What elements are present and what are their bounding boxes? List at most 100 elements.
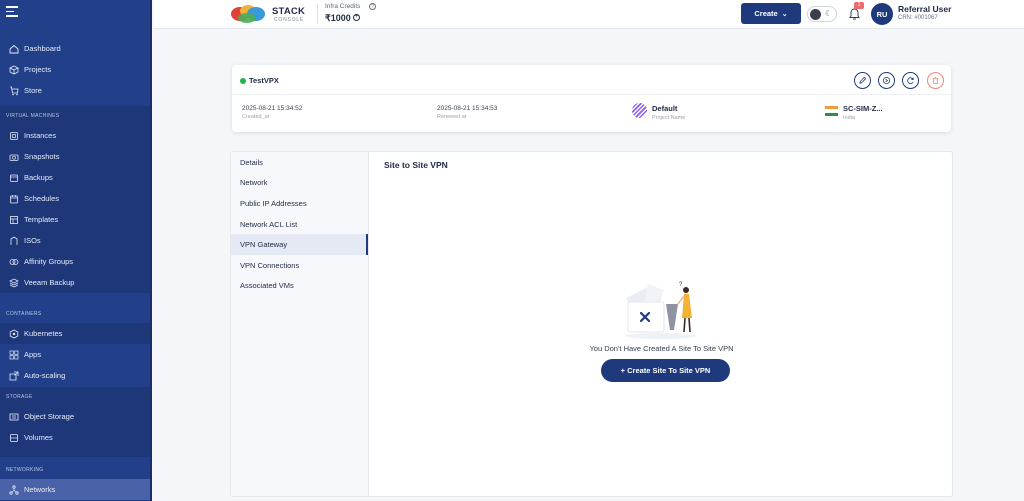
sidebar-item-label: Object Storage [24, 412, 75, 421]
sidebar-item-kubernetes[interactable]: Kubernetes [0, 323, 150, 344]
top-bar: STACK CONSOLE Infra Credits ? ₹1000 + Cr… [154, 0, 1024, 29]
region: SC-SIM-Z... India [843, 104, 883, 121]
affinity-icon [8, 256, 19, 267]
sidebar-item-label: Affinity Groups [24, 257, 74, 266]
sidebar-item-label: Templates [24, 215, 59, 224]
trash-icon [932, 77, 939, 85]
sidebar-item-dashboard[interactable]: Dashboard [0, 38, 150, 59]
sidebar-item-isos[interactable]: ISOs [0, 230, 150, 251]
veeam-icon [8, 277, 19, 288]
sidebar-item-snapshots[interactable]: Snapshots [0, 146, 150, 167]
menu-toggle-icon[interactable] [6, 6, 18, 17]
sidebar-section-title: VIRTUAL MACHINES [6, 112, 60, 119]
project-label: Project Name [652, 115, 686, 121]
sidebar-item-label: Apps [24, 350, 42, 359]
sidebar-item-label: Store [24, 86, 42, 95]
credits-label: Infra Credits [325, 3, 361, 10]
sidebar-item-affinity-groups[interactable]: Affinity Groups [0, 251, 150, 272]
credits-value: ₹1000 [325, 13, 351, 23]
theme-toggle[interactable]: ☾ [807, 6, 837, 22]
delete-button[interactable] [927, 72, 944, 89]
sidebar-item-instances[interactable]: Instances [0, 125, 150, 146]
sidebar-item-networks[interactable]: Networks [0, 479, 150, 500]
empty-state-message: You Don't Have Created A Site To Site VP… [589, 344, 734, 353]
project-icon [632, 103, 647, 118]
console-button[interactable] [878, 72, 895, 89]
sidebar-item-label: Networks [24, 485, 56, 494]
instance-summary-card: TestVPX 2025-08-21 15:34:52 Created_at 2… [232, 65, 951, 132]
pencil-icon [859, 76, 867, 84]
moon-icon: ☾ [825, 9, 833, 18]
tab-network-acl-list[interactable]: Network ACL List [231, 214, 368, 235]
sidebar-item-schedules[interactable]: Schedules [0, 188, 150, 209]
sidebar-item-veeam-backup[interactable]: Veeam Backup [0, 272, 150, 293]
console-icon [882, 76, 891, 85]
sidebar-item-templates[interactable]: Templates [0, 209, 150, 230]
divider [317, 4, 318, 24]
bell-icon[interactable] [848, 7, 861, 21]
volume-icon [8, 432, 19, 443]
renewed-at-value: 2025-08-21 15:34:53 [437, 105, 498, 112]
brand-subtitle: CONSOLE [274, 17, 305, 23]
sidebar-section-title: NETWORKING [6, 466, 44, 473]
chevron-down-icon: ⌄ [781, 10, 788, 18]
create-button[interactable]: Create ⌄ [741, 3, 801, 24]
sidebar-section-containers: CONTAINERS Kubernetes Apps Auto-scaling [0, 304, 150, 386]
sidebar-section-networking: NETWORKING Networks [0, 460, 150, 500]
renewed-at-label: Renewed at [437, 114, 467, 120]
svg-text:?: ? [679, 282, 683, 288]
instance-name: TestVPX [240, 76, 279, 85]
store-icon [8, 85, 19, 96]
tab-details[interactable]: Details [231, 152, 368, 173]
sidebar-item-label: Veeam Backup [24, 278, 75, 287]
kubernetes-icon [8, 328, 19, 339]
sidebar-top-items: Dashboard Projects Store [0, 38, 150, 101]
edit-button[interactable] [854, 72, 871, 89]
created-at-label: Created_at [242, 114, 270, 120]
created-at-value: 2025-08-21 15:34:52 [242, 105, 303, 112]
add-credits-icon[interactable]: + [353, 14, 360, 21]
sidebar-item-auto-scaling[interactable]: Auto-scaling [0, 365, 150, 386]
avatar[interactable]: RU [871, 3, 893, 25]
sidebar-item-label: Auto-scaling [24, 371, 66, 380]
sidebar-item-label: Volumes [24, 433, 53, 442]
create-button-label: Create [754, 9, 778, 18]
sidebar-item-label: ISOs [24, 236, 41, 245]
user-name[interactable]: Referral User [898, 4, 951, 14]
brand-name: STACK [272, 6, 306, 17]
sidebar-item-projects[interactable]: Projects [0, 59, 150, 80]
create-site-to-site-vpn-button[interactable]: + Create Site To Site VPN [601, 359, 730, 382]
apps-icon [8, 349, 19, 360]
tab-vpn-connections[interactable]: VPN Connections [231, 255, 368, 276]
network-icon [8, 484, 19, 495]
project-value: Default [652, 104, 678, 113]
region-label: India [843, 115, 855, 121]
info-icon[interactable]: ? [369, 3, 376, 10]
tab-associated-vms[interactable]: Associated VMs [231, 276, 368, 297]
sidebar: Dashboard Projects Store VIRTUAL MACHINE… [0, 0, 152, 501]
schedule-icon [8, 193, 19, 204]
template-icon [8, 214, 19, 225]
sidebar-item-store[interactable]: Store [0, 80, 150, 101]
sidebar-section-storage: STORAGE Object Storage Volumes [0, 387, 150, 457]
user-crn: CRN: #001067 [898, 15, 938, 21]
tab-public-ip-addresses[interactable]: Public IP Addresses [231, 193, 368, 214]
notification-badge: 1 [854, 2, 864, 9]
sidebar-section-virtual-machines: VIRTUAL MACHINES Instances Snapshots Bac… [0, 106, 150, 293]
sidebar-item-label: Instances [24, 131, 57, 140]
sidebar-section-title: STORAGE [6, 393, 33, 400]
details-tabs: Details Network Public IP Addresses Netw… [231, 152, 369, 496]
panel-title: Site to Site VPN [384, 160, 448, 170]
created-at: 2025-08-21 15:34:52 Created_at [242, 105, 302, 120]
sidebar-item-volumes[interactable]: Volumes [0, 427, 150, 448]
renewed-at: 2025-08-21 15:34:53 Renewed at [437, 105, 497, 120]
sidebar-item-backups[interactable]: Backups [0, 167, 150, 188]
instance-name-text: TestVPX [249, 76, 279, 85]
sidebar-item-object-storage[interactable]: Object Storage [0, 406, 150, 427]
sidebar-item-apps[interactable]: Apps [0, 344, 150, 365]
refresh-icon [907, 77, 914, 84]
empty-state-illustration: ? [625, 282, 697, 339]
tab-vpn-gateway[interactable]: VPN Gateway [231, 234, 368, 255]
refresh-button[interactable] [902, 72, 919, 89]
tab-network[interactable]: Network [231, 173, 368, 194]
